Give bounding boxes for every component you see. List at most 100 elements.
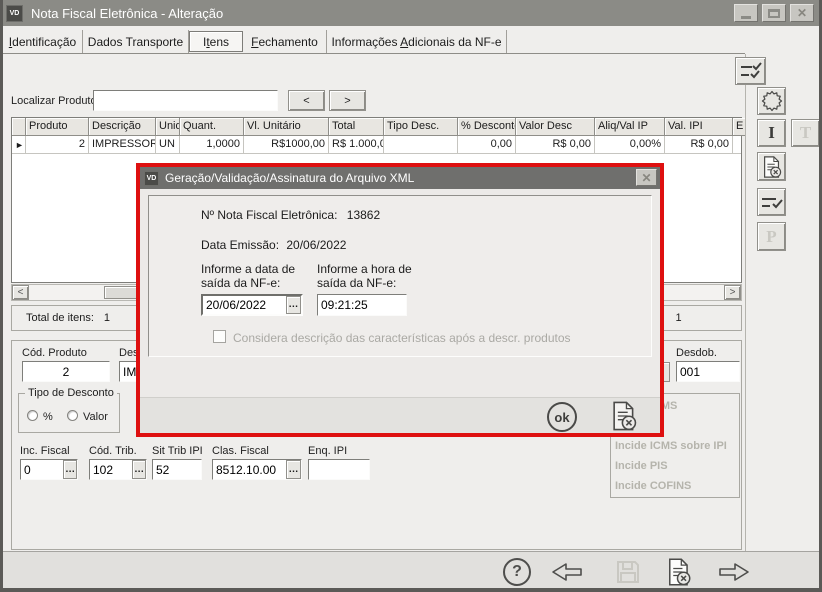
help-icon: ?: [512, 563, 522, 580]
content-edge-divider: [745, 54, 746, 551]
document-cancel-icon: [763, 155, 781, 178]
tab-fechamento[interactable]: Fechamento: [243, 30, 327, 53]
sit-trib-input[interactable]: [153, 460, 201, 479]
tab-identificacao[interactable]: Identificação: [3, 30, 83, 53]
cod-produto-input[interactable]: [23, 362, 109, 381]
scroll-right-button[interactable]: >: [724, 285, 741, 300]
cell-total[interactable]: R$ 1.000,00: [329, 136, 384, 153]
tipo-desconto-group: Tipo de Desconto % Valor: [18, 387, 120, 433]
exit-date-label-line2: saída da NF-e:: [201, 276, 281, 290]
tab-itens[interactable]: Itens: [189, 31, 243, 52]
save-button-disabled: [617, 561, 639, 583]
exit-date-field: …: [201, 294, 303, 316]
col-selector: [12, 118, 26, 136]
inc-fiscal-input[interactable]: [21, 460, 64, 479]
col-quant[interactable]: Quant.: [180, 118, 244, 136]
cell-unid[interactable]: UN: [156, 136, 180, 153]
cell-vl-unitario[interactable]: R$1000,00: [244, 136, 329, 153]
considera-descricao-label: Considera descrição das características …: [233, 331, 571, 345]
cell-aliq-ipi[interactable]: 0,00%: [595, 136, 665, 153]
close-button[interactable]: ✕: [790, 4, 814, 22]
cell-pct-desconto[interactable]: 0,00: [458, 136, 516, 153]
forward-button[interactable]: [716, 560, 752, 584]
checklist-icon: [761, 198, 783, 209]
col-valor-desc[interactable]: Valor Desc: [516, 118, 595, 136]
text-button-disabled: T: [791, 119, 819, 147]
maximize-button[interactable]: [762, 4, 786, 22]
search-next-button[interactable]: >: [329, 90, 366, 111]
maximize-icon: [768, 8, 780, 18]
cancel-document-button[interactable]: [757, 152, 786, 181]
cod-trib-lookup-button[interactable]: …: [132, 460, 146, 479]
pct-radio[interactable]: [27, 410, 38, 421]
col-val-ipi[interactable]: Val. IPI: [665, 118, 733, 136]
minimize-icon: [741, 15, 751, 19]
cell-val-ipi[interactable]: R$ 0,00: [665, 136, 733, 153]
enq-ipi-input[interactable]: [309, 460, 369, 479]
back-button[interactable]: [549, 560, 585, 584]
exit-time-input[interactable]: [318, 295, 406, 315]
incide-icms-sobre-ipi-label: Incide ICMS sobre IPI: [615, 440, 727, 452]
app-logo-icon: VD: [6, 4, 23, 22]
clas-fiscal-label: Clas. Fiscal: [212, 445, 269, 457]
seal-button[interactable]: [757, 87, 786, 115]
desdob-field: [676, 361, 740, 382]
cell-tipo-desc[interactable]: [384, 136, 458, 153]
cod-produto-field: [22, 361, 110, 382]
considera-descricao-checkbox: [213, 330, 226, 343]
sit-trib-field: [152, 459, 202, 480]
col-descricao[interactable]: Descrição: [89, 118, 156, 136]
help-button[interactable]: ?: [503, 558, 531, 586]
col-aliq-val-ipi[interactable]: Aliq/Val IP: [595, 118, 665, 136]
exit-date-calendar-button[interactable]: …: [285, 296, 301, 314]
cell-quant[interactable]: 1,0000: [180, 136, 244, 153]
window-title: Nota Fiscal Eletrônica - Alteração: [31, 5, 224, 21]
cod-trib-input[interactable]: [90, 460, 133, 479]
ellipsis-icon: …: [288, 299, 299, 310]
scroll-left-button[interactable]: <: [12, 285, 29, 300]
cell-valor-desc[interactable]: R$ 0,00: [516, 136, 595, 153]
table-row[interactable]: ► 2 IMPRESSORA UN 1,0000 R$1000,00 R$ 1.…: [12, 136, 741, 154]
table-header-row: Produto Descrição Unid Quant. Vl. Unitár…: [12, 118, 745, 136]
clas-fiscal-input[interactable]: [213, 460, 286, 479]
col-total[interactable]: Total: [329, 118, 384, 136]
item-number-value: 1: [675, 312, 682, 324]
confirm-all-button[interactable]: [735, 57, 766, 85]
clas-fiscal-lookup-button[interactable]: …: [285, 460, 301, 479]
enq-ipi-field: [308, 459, 370, 480]
dialog-close-button[interactable]: ✕: [636, 169, 657, 186]
inc-fiscal-field: …: [20, 459, 78, 480]
dialog-title-bar: VD Geração/Validação/Assinatura do Arqui…: [140, 167, 660, 189]
minimize-button[interactable]: [734, 4, 758, 22]
valor-radio[interactable]: [67, 410, 78, 421]
checklist-double-icon: [740, 62, 762, 79]
incide-cofins-label: Incide COFINS: [615, 480, 692, 492]
cell-descricao[interactable]: IMPRESSORA: [89, 136, 156, 153]
col-pct-desconto[interactable]: % Desconto: [458, 118, 516, 136]
cancel-nfe-button[interactable]: [664, 557, 694, 587]
inc-fiscal-label: Inc. Fiscal: [20, 445, 70, 457]
col-tipo-desc[interactable]: Tipo Desc.: [384, 118, 458, 136]
col-unid[interactable]: Unid: [156, 118, 180, 136]
pct-radio-label: %: [43, 411, 53, 423]
desdob-input[interactable]: [677, 362, 739, 381]
floppy-disk-icon: [617, 561, 639, 583]
tab-informacoes-adicionais[interactable]: Informações Adicionais da NF-e: [327, 30, 507, 53]
col-produto[interactable]: Produto: [26, 118, 89, 136]
search-input[interactable]: [94, 91, 277, 110]
search-prev-button[interactable]: <: [288, 90, 325, 111]
inc-fiscal-lookup-button[interactable]: …: [63, 460, 77, 479]
col-vl-unitario[interactable]: Vl. Unitário: [244, 118, 329, 136]
col-cut[interactable]: E: [733, 118, 745, 136]
incide-pis-label: Incide PIS: [615, 460, 668, 472]
cod-trib-field: …: [89, 459, 147, 480]
confirm-item-button[interactable]: [757, 188, 786, 216]
cell-produto[interactable]: 2: [26, 136, 89, 153]
italic-button[interactable]: I: [757, 119, 786, 147]
tab-dados-transporte[interactable]: Dados Transporte: [83, 30, 189, 53]
tab-bar: Identificação Dados Transporte Itens Fec…: [3, 30, 745, 54]
ok-button[interactable]: ok: [547, 402, 577, 432]
application-window: VD Nota Fiscal Eletrônica - Alteração ✕ …: [0, 0, 822, 592]
dialog-cancel-button[interactable]: [608, 400, 640, 432]
exit-date-input[interactable]: [203, 296, 286, 314]
